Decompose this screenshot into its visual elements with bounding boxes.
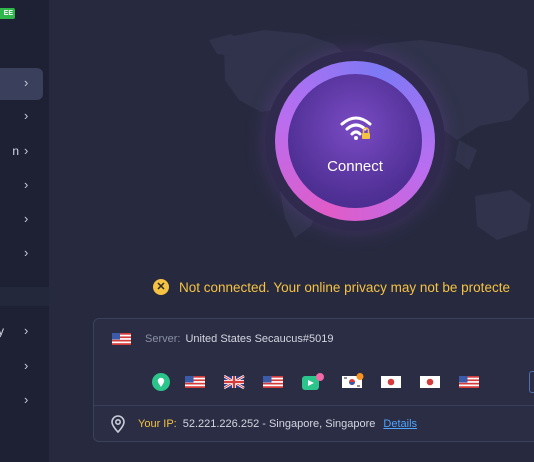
sidebar-item-8[interactable]: › <box>0 351 43 383</box>
sidebar-item-2[interactable]: › <box>0 101 43 133</box>
sidebar-item-4[interactable]: › <box>0 170 43 202</box>
ip-row: Your IP: 52.221.226.252 - Singapore, Sin… <box>108 414 417 434</box>
connect-button[interactable]: Connect <box>275 61 435 221</box>
more-locations-button[interactable] <box>529 371 534 393</box>
ip-value: 52.221.226.252 - Singapore, Singapore <box>182 418 376 430</box>
panel-divider <box>94 405 534 406</box>
us-flag-icon[interactable] <box>185 373 207 391</box>
us-flag-icon[interactable] <box>263 373 285 391</box>
sidebar-item-6[interactable]: › <box>0 238 43 270</box>
sidebar-item-1[interactable]: › <box>0 68 43 100</box>
warning-x-icon: ✕ <box>153 279 169 295</box>
chevron-right-icon: › <box>24 245 29 260</box>
server-row[interactable]: Server: United States Secaucus#5019 <box>112 331 333 347</box>
uk-flag-icon[interactable] <box>224 373 246 391</box>
server-value: United States Secaucus#5019 <box>185 333 334 345</box>
chevron-right-icon: › <box>24 211 29 226</box>
chevron-right-icon: › <box>24 392 29 407</box>
sidebar-item-9[interactable]: › <box>0 385 43 417</box>
jp-flag-icon[interactable] <box>420 373 442 391</box>
connection-status: ✕ Not connected. Your online privacy may… <box>153 278 510 296</box>
connect-label: Connect <box>327 158 383 175</box>
status-text: Not connected. Your online privacy may n… <box>179 279 510 295</box>
chevron-right-icon: › <box>24 323 29 338</box>
jp-flag-icon[interactable] <box>381 373 403 391</box>
kr-flag-icon[interactable] <box>342 373 364 391</box>
details-link[interactable]: Details <box>383 418 417 430</box>
server-label: Server: <box>145 333 181 345</box>
chevron-right-icon: › <box>24 143 29 158</box>
location-pin-outline-icon <box>111 415 125 434</box>
main-panel: Connect ✕ Not connected. Your online pri… <box>49 0 534 462</box>
sidebar-item-security[interactable]: ty › <box>0 316 43 348</box>
connect-button-inner: Connect <box>288 74 422 208</box>
wifi-lock-icon <box>340 116 372 140</box>
sidebar-divider <box>0 287 49 306</box>
streaming-badge-icon[interactable] <box>302 373 324 391</box>
sidebar-item-label: n <box>12 144 19 158</box>
server-panel: Server: United States Secaucus#5019 Your… <box>93 318 534 442</box>
sidebar: EE › › n › › › › ty › › › <box>0 0 49 462</box>
sidebar-item-label: ty <box>0 324 4 338</box>
sidebar-item-5[interactable]: › <box>0 204 43 236</box>
us-flag-icon[interactable] <box>459 373 481 391</box>
us-flag-icon <box>112 333 131 345</box>
chevron-right-icon: › <box>24 358 29 373</box>
sidebar-item-3[interactable]: n › <box>0 136 43 168</box>
free-badge: EE <box>0 8 15 19</box>
location-pin-icon[interactable] <box>152 373 174 391</box>
chevron-right-icon: › <box>24 177 29 192</box>
ip-label: Your IP: <box>138 418 177 430</box>
chevron-right-icon: › <box>24 75 29 90</box>
chevron-right-icon: › <box>24 108 29 123</box>
